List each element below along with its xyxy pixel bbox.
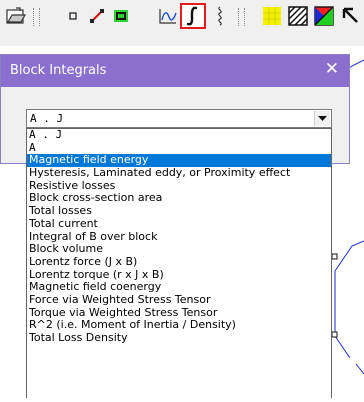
option-item[interactable]: Total current — [27, 217, 331, 231]
arrow-pointer-icon[interactable] — [338, 3, 362, 29]
toolbar-separator — [33, 8, 35, 26]
option-item[interactable]: Hysteresis, Laminated eddy, or Proximity… — [27, 166, 331, 180]
toolbar-separator — [238, 8, 240, 26]
integral-icon[interactable] — [180, 3, 206, 29]
option-item[interactable]: Total Loss Density — [27, 331, 331, 345]
option-item[interactable]: Total losses — [27, 204, 331, 218]
option-item[interactable]: Lorentz force (J x B) — [27, 255, 331, 269]
open-folder-icon[interactable] — [4, 3, 28, 29]
dialog-title-bar[interactable]: Block Integrals ✕ — [1, 55, 349, 87]
contour-grid-icon[interactable] — [260, 3, 284, 29]
toolbar-separator — [244, 8, 246, 26]
hatched-grid-icon[interactable] — [286, 3, 310, 29]
option-item[interactable]: Block volume — [27, 242, 331, 256]
option-item[interactable]: A . J — [27, 129, 331, 142]
integral-type-value: A . J — [30, 112, 64, 125]
dropdown-button[interactable] — [314, 111, 330, 126]
plot-line-icon[interactable] — [156, 3, 180, 29]
integral-type-select[interactable]: A . J — [26, 109, 332, 128]
close-icon[interactable]: ✕ — [325, 59, 339, 79]
dialog-title: Block Integrals — [10, 63, 107, 78]
node-mode-icon[interactable] — [62, 3, 84, 29]
chevron-down-icon — [318, 115, 327, 121]
integral-type-options: A . J A Magnetic field energy Hysteresis, L… — [26, 128, 332, 398]
toolbar-separator — [39, 8, 41, 26]
density-plot-icon[interactable] — [312, 3, 336, 29]
segment-mode-icon[interactable] — [86, 3, 108, 29]
toolbar — [0, 0, 364, 47]
option-item[interactable]: Force via Weighted Stress Tensor — [27, 293, 331, 307]
coil-icon[interactable] — [210, 3, 230, 29]
block-label-mode-icon[interactable] — [110, 3, 132, 29]
